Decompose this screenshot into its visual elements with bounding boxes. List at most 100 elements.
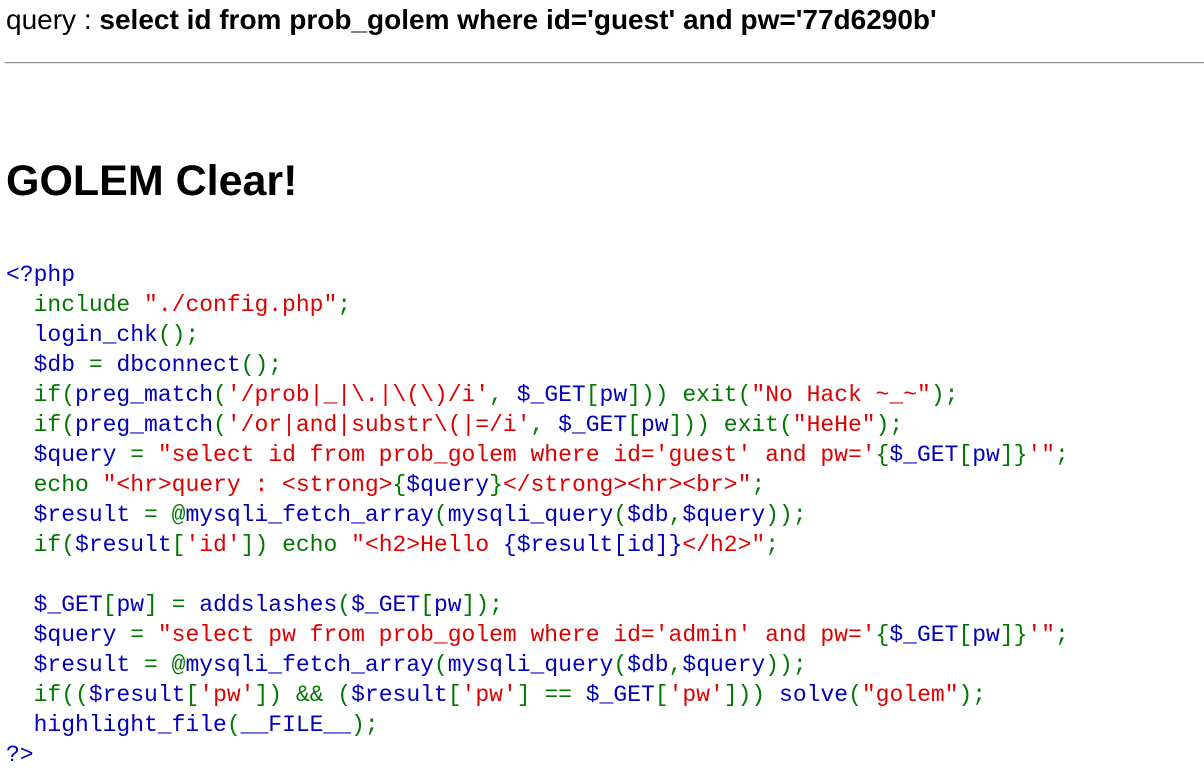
code-token: ,	[530, 412, 559, 438]
code-token: }	[489, 472, 503, 498]
code-token: [	[585, 382, 600, 408]
query-text: select id from prob_golem where id='gues…	[99, 4, 937, 35]
code-token: );	[930, 382, 959, 408]
code-token: if(	[6, 412, 76, 438]
code-token: ;	[1055, 442, 1069, 468]
code-token: pw	[640, 412, 669, 438]
code-token: $result	[88, 682, 186, 708]
code-token: ;	[337, 292, 352, 318]
code-token: "select pw from prob_golem where id='adm…	[157, 622, 876, 648]
code-token: echo	[6, 472, 103, 498]
code-token: ?>	[6, 742, 34, 768]
code-token: "No Hack ~_~"	[751, 382, 931, 408]
code-token: (	[433, 502, 448, 528]
code-token: $result	[75, 532, 172, 558]
code-token: $result	[351, 682, 448, 708]
code-token: '"	[1027, 442, 1056, 468]
code-token: $db	[627, 652, 669, 678]
code-token: __FILE__	[240, 712, 352, 738]
code-token: preg_match	[75, 382, 214, 408]
code-token: mysqli_fetch_array	[185, 652, 434, 678]
code-token: $_GET	[558, 412, 628, 438]
code-token: $result	[6, 502, 145, 528]
code-token: $_GET	[351, 592, 421, 618]
code-token: 'pw'	[668, 682, 724, 708]
code-token: );	[875, 412, 904, 438]
code-token: '/prob|_|\.|\(\)/i'	[226, 382, 490, 408]
code-line: if(preg_match('/prob|_|\.|\(\)/i', $_GET…	[6, 380, 1069, 410]
code-line: highlight_file(__FILE__);	[6, 710, 1069, 740]
code-line: if(($result['pw']) && ($result['pw'] == …	[6, 680, 1069, 710]
code-token: 'pw'	[199, 682, 255, 708]
code-token: $_GET	[585, 682, 655, 708]
code-token: ]}	[999, 442, 1028, 468]
code-token: "./config.php"	[144, 292, 338, 318]
code-token: </h2>"	[682, 532, 766, 558]
code-token: $_GET	[516, 382, 586, 408]
code-token: [	[420, 592, 434, 618]
code-line: $_GET[pw] = addslashes($_GET[pw]);	[6, 590, 1069, 620]
code-token: [	[185, 682, 200, 708]
code-token: $query	[6, 622, 131, 648]
code-token: (	[848, 682, 862, 708]
code-token: ;	[765, 532, 779, 558]
code-token: ]);	[461, 592, 503, 618]
code-token: ])) exit(	[668, 412, 793, 438]
code-token: "HeHe"	[792, 412, 876, 438]
code-token: pw	[433, 592, 462, 618]
code-token: (	[213, 412, 227, 438]
code-token: $query	[6, 442, 131, 468]
code-token: ();	[157, 322, 200, 348]
code-line: if($result['id']) echo "<h2>Hello {$resu…	[6, 530, 1069, 560]
code-token: (	[213, 382, 227, 408]
code-token: = @	[144, 502, 186, 528]
code-token: if(	[6, 382, 76, 408]
code-token: $db	[6, 352, 89, 378]
code-token: );	[958, 682, 987, 708]
code-token: <?php	[6, 262, 76, 288]
code-token: '"	[1027, 622, 1056, 648]
code-token: [	[627, 412, 641, 438]
code-token: </strong><hr><br>"	[502, 472, 752, 498]
code-line: if(preg_match('/or|and|substr\(|=/i', $_…	[6, 410, 1069, 440]
code-line: $query = "select id from prob_golem wher…	[6, 440, 1069, 470]
code-token: $query	[682, 502, 766, 528]
code-line: ?>	[6, 740, 1069, 770]
code-line: login_chk();	[6, 320, 1069, 350]
code-token: =	[88, 352, 117, 378]
code-token: [	[171, 532, 186, 558]
code-token: 'id'	[185, 532, 241, 558]
code-token: ,	[489, 382, 517, 408]
code-token: mysqli_fetch_array	[185, 502, 434, 528]
horizontal-rule	[5, 62, 1204, 64]
code-token: [	[654, 682, 669, 708]
code-token: ));	[765, 652, 807, 678]
code-token: ]) echo	[240, 532, 352, 558]
code-token: [	[958, 442, 973, 468]
code-token: (	[337, 592, 352, 618]
code-line: <?php	[6, 260, 1069, 290]
code-line: echo "<hr>query : <strong>{$query}</stro…	[6, 470, 1069, 500]
code-token: pw	[599, 382, 628, 408]
code-token: ] ==	[516, 682, 586, 708]
code-token: $result	[6, 652, 145, 678]
code-token: [	[958, 622, 973, 648]
code-token: $_GET	[889, 442, 959, 468]
code-token: highlight_file	[6, 712, 227, 738]
code-token: 'pw'	[461, 682, 517, 708]
code-token: {	[875, 442, 890, 468]
code-token: (	[613, 652, 628, 678]
code-token: if((	[6, 682, 89, 708]
code-token: mysqli_query	[447, 652, 614, 678]
code-token: = @	[144, 652, 186, 678]
code-token: ();	[240, 352, 283, 378]
code-token: "golem"	[861, 682, 959, 708]
code-token: "<hr>query : <strong>	[102, 472, 393, 498]
code-token: =	[130, 442, 158, 468]
code-token: ]) && (	[254, 682, 352, 708]
code-token: login_chk	[6, 322, 158, 348]
code-line: $result = @mysqli_fetch_array(mysqli_que…	[6, 500, 1069, 530]
code-token: [	[102, 592, 117, 618]
code-token: ]}	[999, 622, 1028, 648]
